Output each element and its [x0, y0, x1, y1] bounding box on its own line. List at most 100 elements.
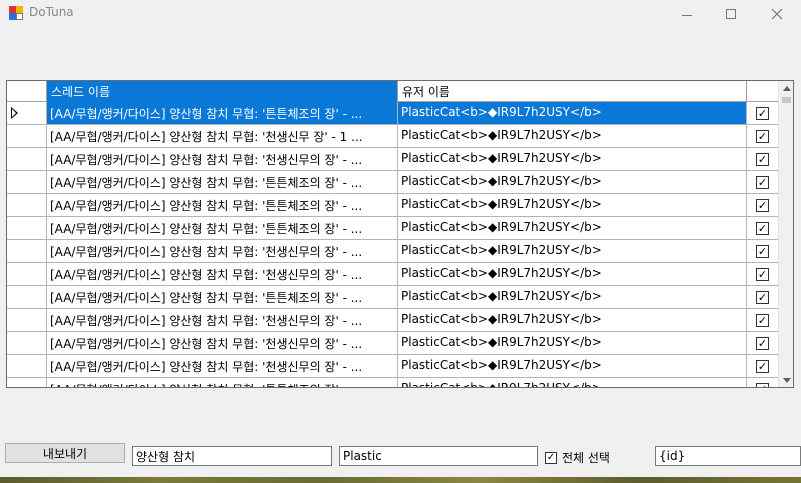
row-header[interactable] [7, 217, 47, 239]
user-name-cell[interactable]: PlasticCat<b>◆IR9L7h2USY</b> [398, 171, 747, 193]
row-header[interactable] [7, 263, 47, 285]
row-header[interactable] [7, 148, 47, 170]
thread-name-cell[interactable]: [AA/무협/앵커/다이스] 양산형 참치 무협: '천생신무의 장' - ..… [47, 240, 398, 262]
row-checkbox[interactable]: ✓ [756, 152, 769, 166]
app-icon [9, 6, 23, 20]
user-name-cell[interactable]: PlasticCat<b>◆IR9L7h2USY</b> [398, 125, 747, 147]
id-format-input[interactable] [655, 446, 801, 466]
user-name-cell[interactable]: PlasticCat<b>◆IR9L7h2USY</b> [398, 355, 747, 377]
row-checkbox[interactable]: ✓ [756, 267, 769, 281]
thread-name-cell[interactable]: [AA/무협/앵커/다이스] 양산형 참치 무협: '튼튼체조의 장' - ..… [47, 194, 398, 216]
table-row[interactable]: [AA/무협/앵커/다이스] 양산형 참치 무협: '튼튼체조의 장' - ..… [7, 102, 779, 125]
user-name-cell[interactable]: PlasticCat<b>◆IR9L7h2USY</b> [398, 286, 747, 308]
row-checkbox[interactable]: ✓ [756, 382, 769, 387]
column-header-user-name[interactable]: 유저 이름 [398, 81, 747, 102]
table-row[interactable]: [AA/무협/앵커/다이스] 양산형 참치 무협: '튼튼체조의 장' - ..… [7, 378, 779, 387]
row-checkbox-cell[interactable]: ✓ [747, 102, 779, 124]
user-search-input[interactable] [339, 446, 538, 466]
user-name-cell[interactable]: PlasticCat<b>◆IR9L7h2USY</b> [398, 240, 747, 262]
row-checkbox-cell[interactable]: ✓ [747, 217, 779, 239]
row-checkbox-cell[interactable]: ✓ [747, 194, 779, 216]
title-bar: DoTuna [0, 0, 801, 30]
row-checkbox[interactable]: ✓ [756, 129, 769, 143]
table-row[interactable]: [AA/무협/앵커/다이스] 양산형 참치 무협: '천생신무의 장' - ..… [7, 309, 779, 332]
export-button[interactable]: 내보내기 [5, 443, 125, 463]
thread-name-cell[interactable]: [AA/무협/앵커/다이스] 양산형 참치 무협: '천생신무의 장' - ..… [47, 332, 398, 354]
table-row[interactable]: [AA/무협/앵커/다이스] 양산형 참치 무협: '천생신무의 장' - ..… [7, 355, 779, 378]
row-header[interactable] [7, 125, 47, 147]
thread-name-cell[interactable]: [AA/무협/앵커/다이스] 양산형 참치 무협: '튼튼체조의 장' - ..… [47, 286, 398, 308]
minimize-button[interactable] [664, 0, 710, 28]
user-name-cell[interactable]: PlasticCat<b>◆IR9L7h2USY</b> [398, 217, 747, 239]
table-row[interactable]: [AA/무협/앵커/다이스] 양산형 참치 무협: '천생신무의 장' - ..… [7, 263, 779, 286]
select-all-label: 전체 선택 [562, 451, 610, 465]
table-row[interactable]: [AA/무협/앵커/다이스] 양산형 참치 무협: '천생신무의 장' - ..… [7, 332, 779, 355]
row-checkbox-cell[interactable]: ✓ [747, 171, 779, 193]
user-name-cell[interactable]: PlasticCat<b>◆IR9L7h2USY</b> [398, 378, 747, 387]
row-checkbox[interactable]: ✓ [756, 175, 769, 189]
row-checkbox[interactable]: ✓ [756, 313, 769, 327]
thread-name-cell[interactable]: [AA/무협/앵커/다이스] 양산형 참치 무협: '튼튼체조의 장' - ..… [47, 217, 398, 239]
select-all-check-icon[interactable]: ✓ [545, 451, 557, 464]
table-row[interactable]: [AA/무협/앵커/다이스] 양산형 참치 무협: '튼튼체조의 장' - ..… [7, 194, 779, 217]
row-checkbox[interactable]: ✓ [756, 290, 769, 304]
close-button[interactable] [754, 0, 800, 28]
row-checkbox-cell[interactable]: ✓ [747, 240, 779, 262]
row-header[interactable] [7, 102, 47, 124]
row-checkbox-cell[interactable]: ✓ [747, 355, 779, 377]
row-header[interactable] [7, 378, 47, 387]
thread-name-cell[interactable]: [AA/무협/앵커/다이스] 양산형 참치 무협: '천생신무의 장' - ..… [47, 309, 398, 331]
row-checkbox-cell[interactable]: ✓ [747, 263, 779, 285]
user-name-cell[interactable]: PlasticCat<b>◆IR9L7h2USY</b> [398, 148, 747, 170]
row-header-corner[interactable] [7, 81, 47, 102]
row-header[interactable] [7, 240, 47, 262]
user-name-cell[interactable]: PlasticCat<b>◆IR9L7h2USY</b> [398, 263, 747, 285]
user-name-cell[interactable]: PlasticCat<b>◆IR9L7h2USY</b> [398, 194, 747, 216]
column-header-thread-name[interactable]: 스레드 이름 [47, 81, 398, 102]
vertical-scrollbar[interactable] [778, 81, 793, 387]
row-checkbox[interactable]: ✓ [756, 359, 769, 373]
column-header-check[interactable] [747, 81, 779, 102]
table-row[interactable]: [AA/무협/앵커/다이스] 양산형 참치 무협: '튼튼체조의 장' - ..… [7, 217, 779, 240]
row-header[interactable] [7, 355, 47, 377]
row-checkbox[interactable]: ✓ [756, 106, 769, 120]
scroll-down-button[interactable] [779, 373, 793, 387]
row-checkbox[interactable]: ✓ [756, 336, 769, 350]
thread-name-cell[interactable]: [AA/무협/앵커/다이스] 양산형 참치 무협: '튼튼체조의 장' - ..… [47, 171, 398, 193]
row-checkbox[interactable]: ✓ [756, 221, 769, 235]
thread-name-cell[interactable]: [AA/무협/앵커/다이스] 양산형 참치 무협: '튼튼체조의 장' - ..… [47, 378, 398, 387]
minimize-icon [682, 14, 692, 16]
row-checkbox-cell[interactable]: ✓ [747, 125, 779, 147]
thread-search-input[interactable] [132, 446, 332, 466]
user-name-cell[interactable]: PlasticCat<b>◆IR9L7h2USY</b> [398, 309, 747, 331]
select-all-checkbox[interactable]: ✓ 전체 선택 [545, 449, 610, 466]
row-checkbox[interactable]: ✓ [756, 244, 769, 258]
row-header[interactable] [7, 171, 47, 193]
row-checkbox-cell[interactable]: ✓ [747, 378, 779, 387]
maximize-button[interactable] [708, 0, 754, 28]
table-row[interactable]: [AA/무협/앵커/다이스] 양산형 참치 무협: '천생신무의 장' - ..… [7, 148, 779, 171]
user-name-cell[interactable]: PlasticCat<b>◆IR9L7h2USY</b> [398, 102, 747, 124]
thread-name-cell[interactable]: [AA/무협/앵커/다이스] 양산형 참치 무협: '천생신무의 장' - ..… [47, 355, 398, 377]
table-row[interactable]: [AA/무협/앵커/다이스] 양산형 참치 무협: '천생신무 장' - 1 .… [7, 125, 779, 148]
thread-grid[interactable]: 스레드 이름 유저 이름 [AA/무협/앵커/다이스] 양산형 참치 무협: '… [6, 80, 794, 388]
row-checkbox-cell[interactable]: ✓ [747, 148, 779, 170]
table-row[interactable]: [AA/무협/앵커/다이스] 양산형 참치 무협: '천생신무의 장' - ..… [7, 240, 779, 263]
row-checkbox-cell[interactable]: ✓ [747, 332, 779, 354]
row-checkbox-cell[interactable]: ✓ [747, 309, 779, 331]
row-header[interactable] [7, 309, 47, 331]
thread-name-cell[interactable]: [AA/무협/앵커/다이스] 양산형 참치 무협: '천생신무의 장' - ..… [47, 148, 398, 170]
row-header[interactable] [7, 286, 47, 308]
row-checkbox[interactable]: ✓ [756, 198, 769, 212]
row-header[interactable] [7, 332, 47, 354]
row-checkbox-cell[interactable]: ✓ [747, 286, 779, 308]
table-row[interactable]: [AA/무협/앵커/다이스] 양산형 참치 무협: '튼튼체조의 장' - ..… [7, 171, 779, 194]
scroll-up-button[interactable] [779, 81, 793, 95]
thread-name-cell[interactable]: [AA/무협/앵커/다이스] 양산형 참치 무협: '튼튼체조의 장' - ..… [47, 102, 398, 124]
table-row[interactable]: [AA/무협/앵커/다이스] 양산형 참치 무협: '튼튼체조의 장' - ..… [7, 286, 779, 309]
thread-name-cell[interactable]: [AA/무협/앵커/다이스] 양산형 참치 무협: '천생신무의 장' - ..… [47, 263, 398, 285]
row-header[interactable] [7, 194, 47, 216]
thread-name-cell[interactable]: [AA/무협/앵커/다이스] 양산형 참치 무협: '천생신무 장' - 1 .… [47, 125, 398, 147]
scroll-thumb[interactable] [782, 97, 791, 103]
user-name-cell[interactable]: PlasticCat<b>◆IR9L7h2USY</b> [398, 332, 747, 354]
